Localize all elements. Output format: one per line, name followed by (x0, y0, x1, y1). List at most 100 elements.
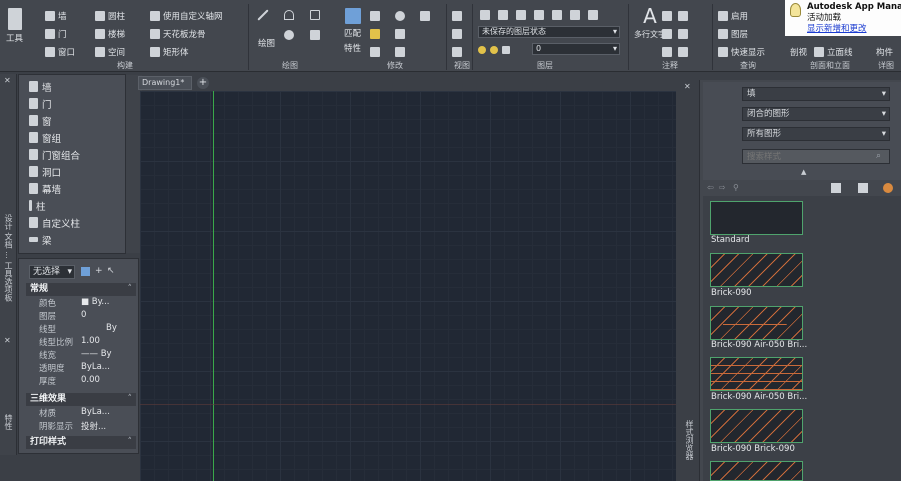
arc-tool[interactable] (284, 8, 294, 22)
hatch-swatch-brick-air-2[interactable] (710, 357, 803, 391)
current-layer-dropdown[interactable]: 0 (532, 43, 620, 55)
prop-row-lineweight[interactable]: 线宽 —— By (26, 349, 136, 362)
back-icon[interactable]: ⇦ (707, 183, 714, 192)
view-list-icon[interactable] (858, 183, 868, 193)
section-plot-style[interactable]: 打印样式 (26, 436, 136, 449)
layer-freeze-icon[interactable] (534, 10, 544, 20)
section-3d-effects[interactable]: 三维效果 (26, 393, 136, 406)
drawing-canvas[interactable] (140, 91, 676, 481)
visual-style-button[interactable] (452, 27, 462, 41)
wall-button[interactable]: 墙 (45, 9, 67, 23)
toggle-pickadd-icon[interactable]: + (95, 266, 103, 276)
style-scope-dropdown[interactable]: 所有图形 (742, 127, 890, 141)
custom-grid-button[interactable]: 使用自定义轴网 (150, 9, 223, 23)
copy-tool[interactable] (370, 27, 380, 41)
prop-row-color[interactable]: 颜色 ■ By... (26, 297, 136, 310)
group-draw-label[interactable]: 绘图 (270, 60, 310, 71)
quick-select-icon[interactable] (81, 267, 90, 276)
layer-icon[interactable] (480, 10, 490, 20)
pin-icon[interactable]: ⚲ (733, 183, 739, 192)
layer-isolate-icon[interactable] (516, 10, 526, 20)
draw-dropdown[interactable]: 绘图 (258, 36, 275, 50)
hatch-swatch-standard[interactable] (710, 201, 803, 235)
palette-item-door[interactable]: 门 (29, 95, 52, 112)
leader-icon[interactable] (678, 11, 688, 21)
keynote-icon[interactable] (662, 47, 672, 57)
layer-match-icon[interactable] (570, 10, 580, 20)
layer-off-icon[interactable] (498, 10, 508, 20)
space-button[interactable]: 空间 (95, 45, 125, 59)
add-tab-button[interactable]: + (197, 77, 209, 89)
box-button[interactable]: 矩形体 (150, 45, 189, 59)
group-annotate-label[interactable]: 注释 (650, 60, 690, 71)
prop-row-material[interactable]: 材质 ByLa... (26, 407, 136, 420)
document-tab[interactable]: Drawing1* (138, 76, 192, 90)
palette-item-window[interactable]: 窗 (29, 112, 52, 129)
section-button[interactable]: 剖视 (790, 45, 807, 59)
scale-tool[interactable] (395, 45, 405, 59)
stretch-tool[interactable] (395, 27, 405, 41)
style-search-input[interactable] (742, 149, 890, 164)
elevation-line-button[interactable]: 立面线 (814, 45, 853, 59)
style-filter-dropdown[interactable]: 闭合的图形 (742, 107, 890, 121)
bulb-icon[interactable] (478, 46, 486, 54)
group-inquiry-label[interactable]: 查询 (728, 60, 768, 71)
palette-item-column[interactable]: 柱 (29, 197, 46, 214)
prop-row-thickness[interactable]: 厚度 0.00 (26, 375, 136, 388)
section-general[interactable]: 常规 (26, 283, 136, 296)
prop-row-layer[interactable]: 图层 0 (26, 310, 136, 323)
stair-button[interactable]: 楼梯 (95, 27, 125, 41)
prop-row-transparency[interactable]: 透明度 ByLa... (26, 362, 136, 375)
prop-row-shadow[interactable]: 阴影显示 投射... (26, 420, 136, 433)
close-icon[interactable]: ✕ (4, 336, 11, 345)
trim-tool[interactable] (310, 8, 320, 22)
rotate-tool[interactable] (395, 9, 405, 23)
isolate-button[interactable] (452, 45, 462, 59)
palette-side-label[interactable]: 设计 文档 ... 工具选项板 (3, 214, 14, 301)
component-button[interactable]: 构件 (876, 45, 893, 59)
hatch-swatch-brick-brick[interactable] (710, 409, 803, 443)
material-ball-icon[interactable] (883, 183, 893, 193)
color-swatch-icon[interactable] (502, 46, 510, 54)
column-button[interactable]: 圆柱 (95, 9, 125, 23)
close-icon[interactable]: ✕ (4, 76, 11, 85)
view-cube-button[interactable] (452, 9, 462, 23)
sun-icon[interactable] (490, 46, 498, 54)
select-objects-icon[interactable]: ↖ (107, 266, 115, 276)
forward-icon[interactable]: ⇨ (719, 183, 726, 192)
line-tool[interactable] (256, 8, 270, 22)
app-manager-notification[interactable]: Autodesk App Manager 活动加载 显示新增和更改 (785, 0, 901, 36)
group-layers-label[interactable]: 图层 (525, 60, 565, 71)
style-browser-side-label[interactable]: 样式浏览器 (684, 420, 695, 460)
group-modify-label[interactable]: 修改 (375, 60, 415, 71)
tag-icon[interactable] (678, 29, 688, 39)
close-icon[interactable]: ✕ (684, 82, 691, 91)
palette-item-opening[interactable]: 洞口 (29, 163, 61, 180)
offset-tool[interactable] (370, 45, 380, 59)
circle-tool[interactable] (284, 28, 294, 42)
layer-lock-icon[interactable] (552, 10, 562, 20)
palette-item-window-assembly[interactable]: 窗组 (29, 129, 61, 146)
collapse-arrow-icon[interactable]: ▲ (801, 168, 806, 176)
door-button[interactable]: 门 (45, 27, 67, 41)
match-properties-button[interactable]: 匹配 特性 (344, 8, 361, 54)
palette-item-door-window-assembly[interactable]: 门窗组合 (29, 146, 80, 163)
hatch-swatch-brick-090[interactable] (710, 253, 803, 287)
quick-display-button[interactable]: 快速显示 (718, 45, 765, 59)
hatch-swatch-partial[interactable] (710, 461, 803, 481)
enable-button[interactable]: 启用 (718, 9, 748, 23)
layer-query-button[interactable]: 图层 (718, 27, 748, 41)
group-detail-label[interactable]: 详图 (872, 60, 900, 71)
rect-tool[interactable] (310, 28, 320, 42)
table-icon[interactable] (662, 29, 672, 39)
tools-button[interactable]: 工具 (6, 8, 23, 48)
dimension-icon[interactable] (662, 11, 672, 21)
properties-side-label[interactable]: 特性 (3, 414, 14, 430)
group-section-label[interactable]: 剖面和立面 (790, 60, 870, 71)
layer-state-dropdown[interactable]: 未保存的图层状态 (478, 26, 620, 38)
app-manager-link[interactable]: 显示新增和更改 (807, 24, 897, 35)
prop-row-linetype-scale[interactable]: 线型比例 1.00 (26, 336, 136, 349)
style-type-dropdown[interactable]: 填 (742, 87, 890, 101)
revcloud-icon[interactable] (678, 47, 688, 57)
palette-item-custom-column[interactable]: 自定义柱 (29, 214, 80, 231)
